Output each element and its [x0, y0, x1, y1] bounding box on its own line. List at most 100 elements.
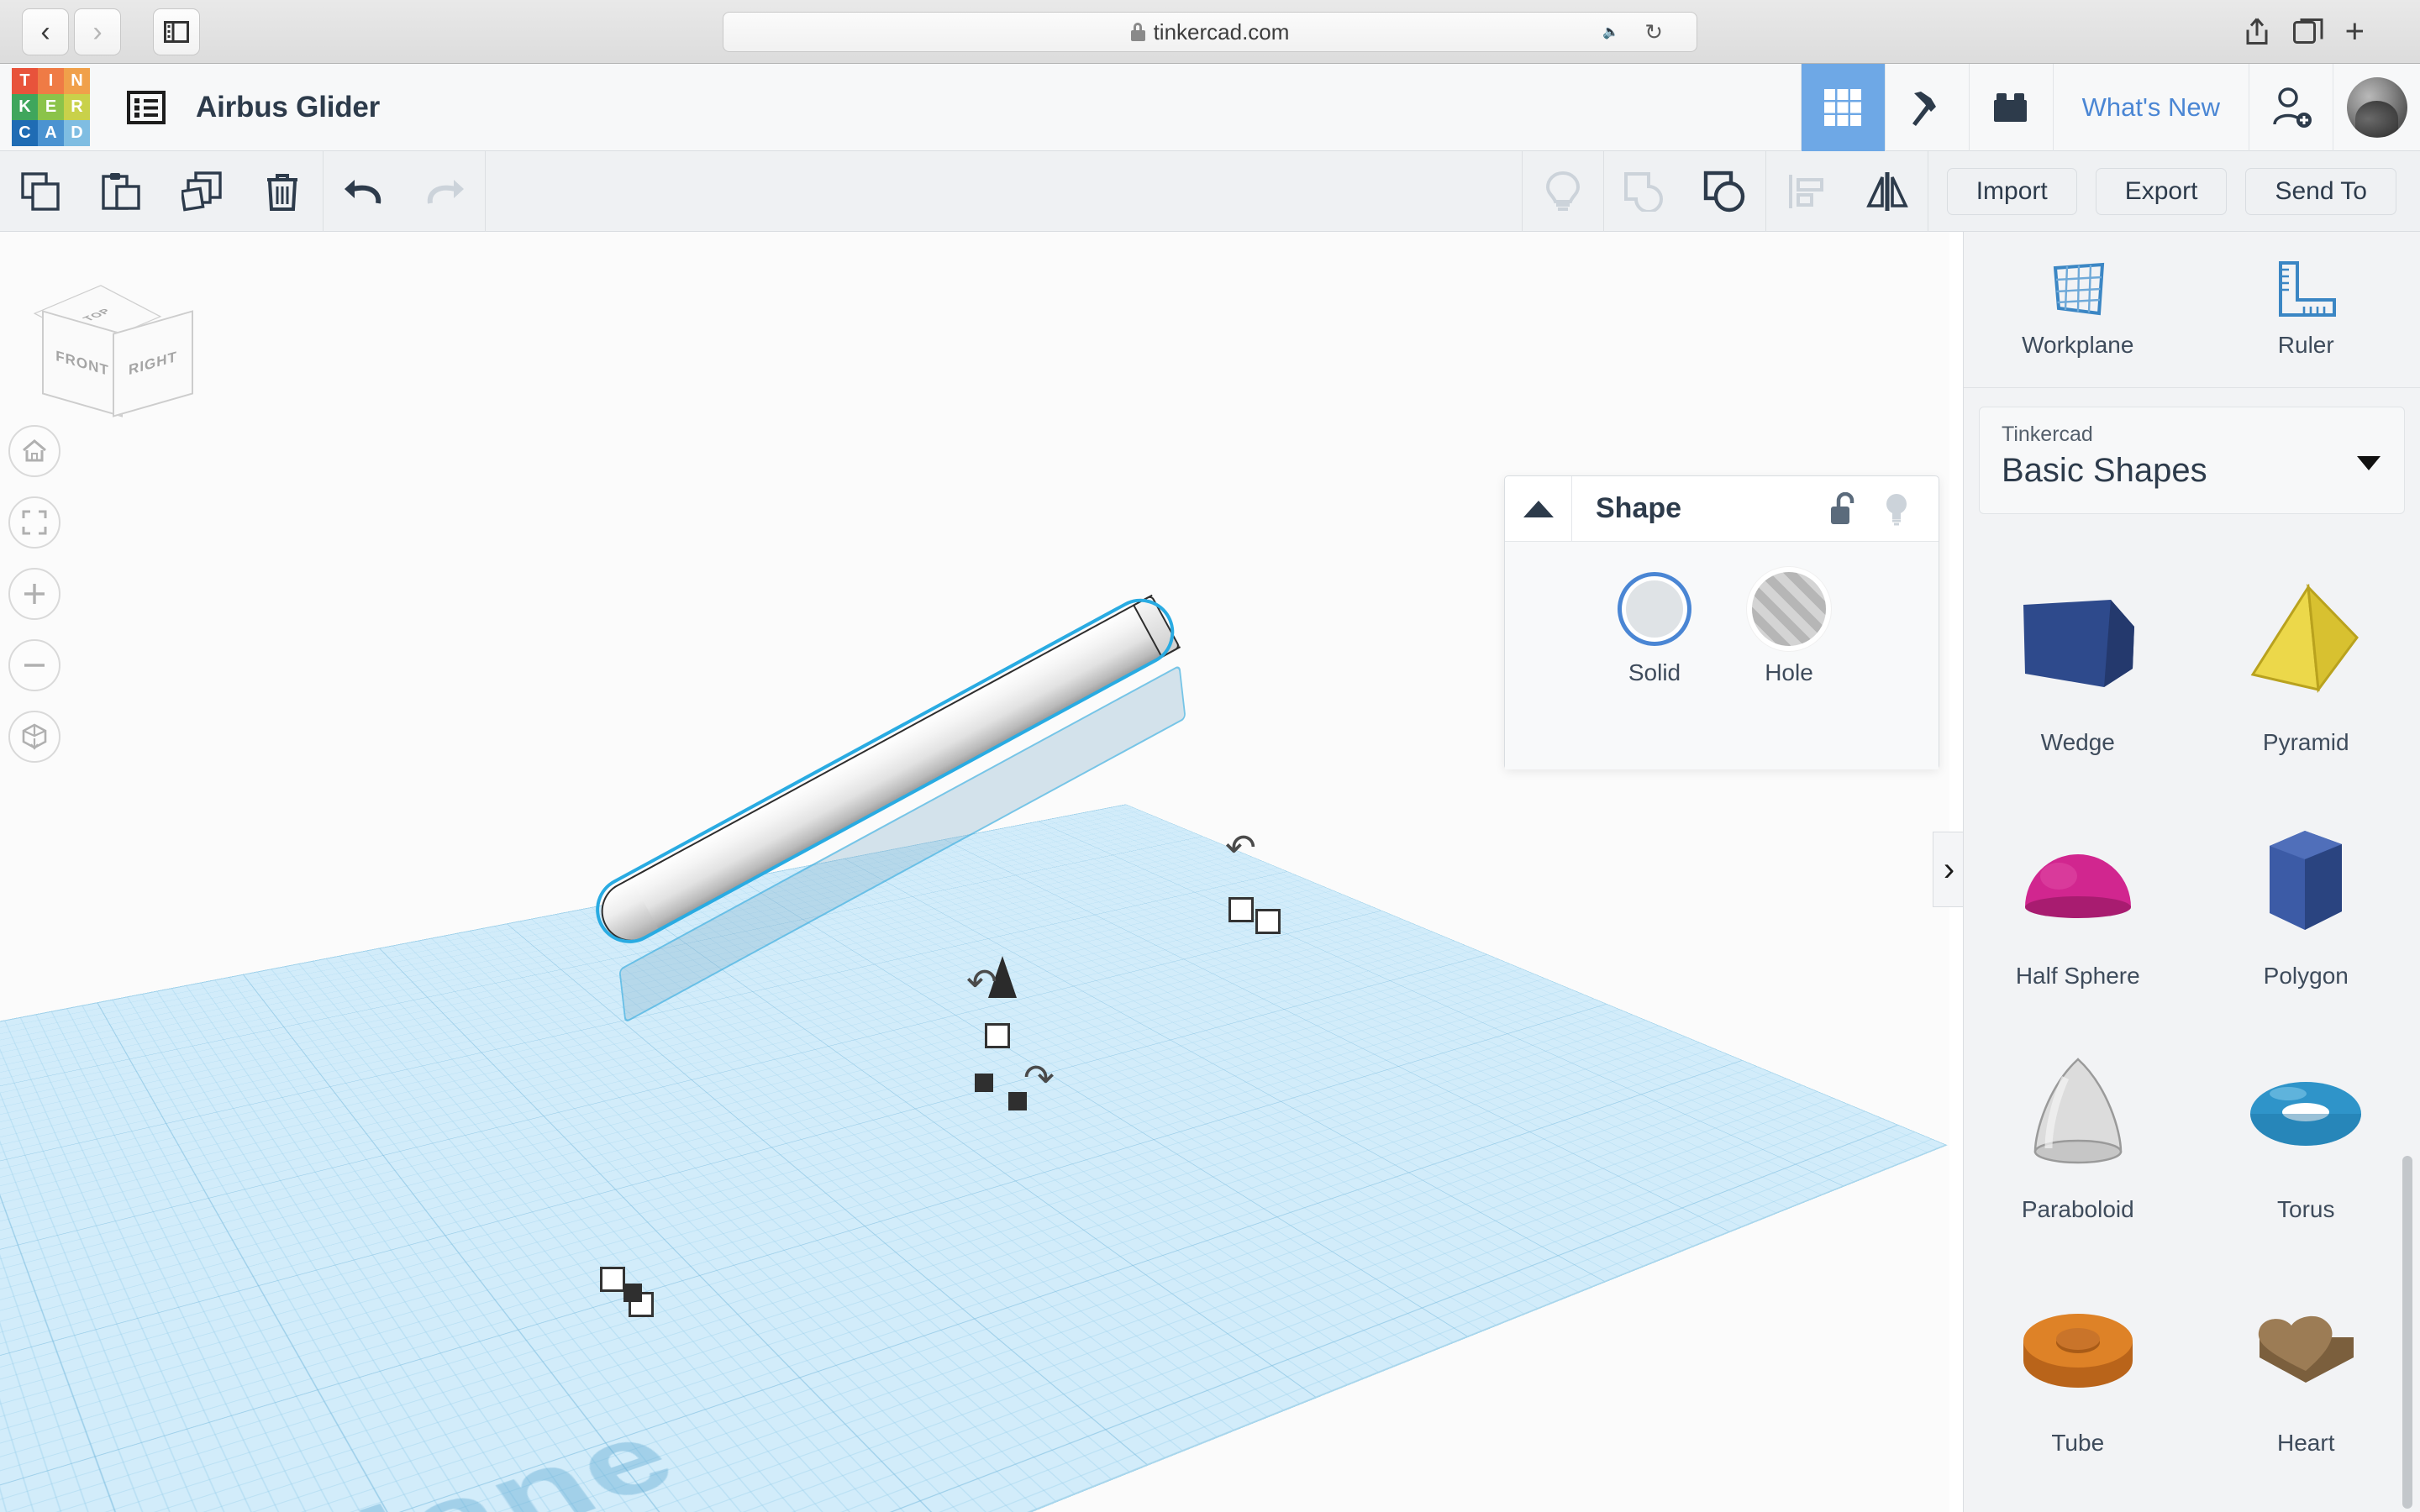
fit-to-view-icon [22, 510, 47, 535]
shape-item-paraboloid[interactable]: Paraboloid [1964, 1011, 2192, 1223]
share-icon[interactable] [2243, 17, 2271, 47]
shape-item-star-3d[interactable] [1964, 1478, 2192, 1512]
shape-library-group: Tinkercad [2002, 423, 2093, 446]
paraboloid-label: Paraboloid [2021, 1196, 2134, 1222]
delete-button[interactable] [242, 151, 323, 232]
sidebar-tool-ruler[interactable]: Ruler [2192, 232, 2420, 387]
shape-item-heart[interactable]: Heart [2192, 1245, 2420, 1457]
browser-sidebar-toggle[interactable] [153, 8, 200, 55]
reload-icon[interactable]: ↻ [1644, 19, 1663, 45]
tab-3d-designs[interactable] [1800, 63, 1885, 151]
heart-thumb [2192, 1277, 2420, 1418]
lock-icon [1130, 23, 1145, 41]
copy-icon [21, 171, 60, 211]
rotate-handle-side[interactable]: ↷ [1023, 1060, 1055, 1097]
tabs-overview-icon[interactable] [2292, 18, 2323, 45]
duplicate-icon [182, 171, 222, 212]
url-text: tinkercad.com [1153, 18, 1290, 45]
shape-library-dropdown[interactable]: Tinkercad Basic Shapes [1979, 407, 2405, 514]
duplicate-button[interactable] [161, 151, 242, 232]
resize-handle-rear-left[interactable] [1228, 897, 1254, 922]
whats-new-link[interactable]: What's New [2052, 63, 2249, 151]
shape-item-polygon[interactable]: Polygon [2192, 778, 2420, 990]
workplane-label: Workplane [0, 1403, 701, 1512]
avatar-button[interactable] [2333, 63, 2420, 151]
shape-item-pyramid[interactable]: Pyramid [2192, 544, 2420, 756]
logo-tile-r: R [64, 94, 90, 120]
polygon-label: Polygon [2263, 963, 2349, 989]
shape-panel-title: Shape [1596, 492, 1682, 524]
plus-icon[interactable]: + [2345, 13, 2365, 50]
workplane-grid[interactable]: Workplane [0, 804, 1948, 1512]
list-menu-icon [127, 90, 166, 124]
copy-button[interactable] [0, 151, 81, 232]
ungroup-button[interactable] [1685, 151, 1765, 232]
orthographic-toggle-icon [22, 723, 47, 750]
add-collaborator-button[interactable] [2249, 63, 2333, 151]
logo-tile-e: E [38, 94, 64, 120]
rotate-handle-top[interactable]: ↶ [966, 964, 997, 1001]
corner-handle-front[interactable] [623, 1284, 642, 1302]
shape-item-wedge[interactable]: Wedge [1964, 544, 2192, 756]
browser-forward-button[interactable]: › [74, 8, 121, 55]
tinkercad-logo[interactable]: T I N K E R C A D [12, 68, 90, 146]
logo-tile-d: D [64, 120, 90, 146]
export-button[interactable]: Export [2095, 167, 2228, 215]
3d-canvas[interactable]: Workplane ↶ ↷ ↶ TOP FRONT RIGHT [0, 232, 1949, 1512]
shape-panel-collapse-button[interactable] [1505, 475, 1572, 542]
triangle-up-icon [1523, 500, 1554, 517]
speaker-icon[interactable]: 🔈 [1602, 24, 1619, 40]
shape-panel-header: Shape [1505, 475, 1939, 542]
view-cube[interactable]: TOP FRONT RIGHT [32, 270, 193, 417]
shape-item-tube[interactable]: Tube [1964, 1245, 2192, 1457]
shape-item-torus[interactable]: Torus [2192, 1011, 2420, 1223]
logo-tile-k: K [12, 94, 38, 120]
resize-handle-front-left[interactable] [600, 1267, 625, 1292]
home-view-icon [23, 439, 46, 462]
heart-label: Heart [2277, 1430, 2335, 1456]
sidebar-tool-workplane[interactable]: Workplane [1964, 232, 2192, 387]
fit-to-view-button[interactable] [8, 496, 60, 549]
avatar [2346, 76, 2407, 138]
grid-view-icon [1824, 88, 1862, 126]
browser-back-button[interactable]: ‹ [22, 8, 69, 55]
solid-swatch [1618, 572, 1691, 646]
home-view-button[interactable] [8, 425, 60, 477]
add-person-icon [2272, 87, 2312, 128]
sidebar-collapse-tab[interactable]: › [1933, 832, 1965, 907]
paste-icon [102, 172, 140, 210]
shape-option-solid[interactable]: Solid [1618, 572, 1691, 686]
send-to-button[interactable]: Send To [2245, 167, 2396, 215]
zoom-out-icon [24, 664, 45, 667]
project-menu-button[interactable] [125, 88, 167, 127]
resize-handle-rear-right[interactable] [1255, 909, 1281, 934]
sidebar-toggle-icon [164, 20, 189, 43]
mirror-button[interactable] [1847, 151, 1928, 232]
shape-item-star-extruded[interactable] [2192, 1478, 2420, 1512]
undo-icon [345, 179, 381, 203]
minecraft-pickaxe-icon [1912, 91, 1937, 126]
paste-button[interactable] [81, 151, 161, 232]
shape-item-half-sphere[interactable]: Half Sphere [1964, 778, 2192, 990]
logo-tile-c: C [12, 120, 38, 146]
undo-button[interactable] [324, 151, 404, 232]
import-button[interactable]: Import [1946, 167, 2077, 215]
sidebar-scrollbar[interactable] [2402, 1156, 2412, 1509]
browser-actions: + [2243, 13, 2365, 50]
rotate-handle-rear[interactable]: ↶ [1225, 830, 1256, 867]
redo-icon [427, 179, 464, 203]
zoom-out-button[interactable] [8, 639, 60, 691]
resize-handle-mid-top[interactable] [985, 1023, 1010, 1048]
shape-option-hole[interactable]: Hole [1752, 572, 1826, 686]
orthographic-toggle-button[interactable] [8, 711, 60, 763]
pyramid-label: Pyramid [2262, 729, 2349, 755]
browser-url-bar[interactable]: tinkercad.com 🔈 ↻ [723, 12, 1697, 52]
resize-handle-mid-left[interactable] [975, 1074, 993, 1092]
edit-toolbar: Import Export Send To [0, 150, 2420, 232]
zoom-in-button[interactable] [8, 568, 60, 620]
lightbulb-icon[interactable] [1883, 492, 1910, 526]
unlocked-padlock-icon[interactable] [1829, 491, 1858, 526]
tab-minecraft[interactable] [1884, 63, 1969, 151]
tab-lego[interactable] [1968, 63, 2053, 151]
tube-thumb [1964, 1277, 2192, 1418]
